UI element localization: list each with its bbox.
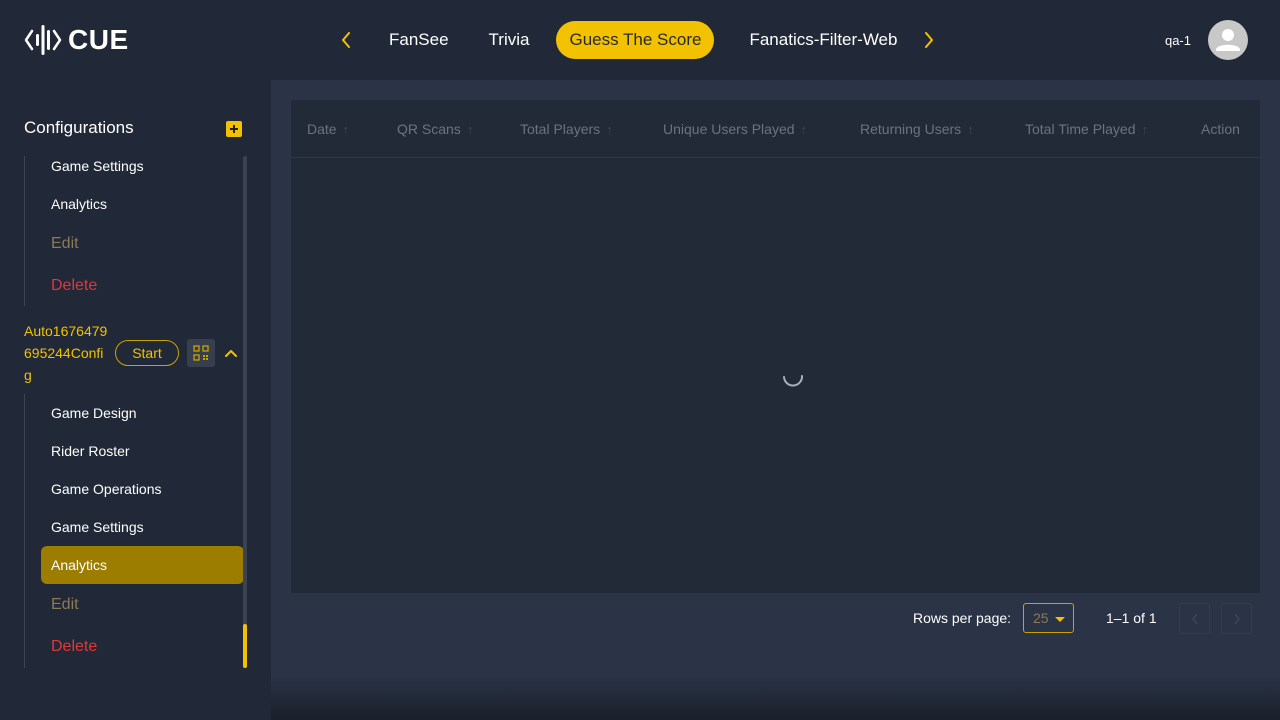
tabs-next-button[interactable]	[917, 21, 941, 59]
next-page-button[interactable]	[1221, 603, 1252, 634]
column-label: Returning Users	[860, 121, 962, 137]
sidebar-item-game-settings[interactable]: Game Settings	[41, 508, 244, 546]
qr-code-icon	[193, 345, 209, 361]
sidebar-item-delete[interactable]: Delete	[41, 628, 244, 666]
rows-per-page-label: Rows per page:	[913, 610, 1012, 626]
column-label: Date	[307, 121, 337, 137]
tab-guess-the-score[interactable]: Guess The Score	[556, 21, 715, 59]
chevron-left-icon	[1191, 613, 1198, 624]
sort-arrow-icon: ↑	[1141, 121, 1149, 137]
user-menu: qa-1	[1165, 20, 1248, 60]
column-total-players[interactable]: Total Players ↑	[520, 100, 613, 158]
caret-down-icon	[1055, 617, 1065, 622]
chevron-right-icon	[1233, 613, 1240, 624]
table-pagination: Rows per page: 25 1–1 of 1	[271, 603, 1260, 635]
configurations-header: Configurations	[24, 117, 244, 139]
column-label: Total Players	[520, 121, 601, 137]
config-name[interactable]: Auto1676479695244Config	[24, 320, 108, 386]
collapse-config-button[interactable]	[222, 343, 240, 363]
logo-text: CUE	[68, 24, 129, 55]
sidebar-item-game-settings[interactable]: Game Settings	[41, 156, 244, 185]
prev-config-submenu: Game Settings Analytics Edit Delete	[24, 156, 243, 306]
username: qa-1	[1164, 32, 1191, 48]
add-configuration-button[interactable]	[226, 121, 242, 137]
cue-logo-icon	[24, 25, 62, 55]
qr-code-button[interactable]	[187, 339, 215, 367]
configurations-title: Configurations	[24, 118, 134, 137]
column-qr-scans[interactable]: QR Scans ↑	[397, 100, 473, 158]
sidebar-item-edit[interactable]: Edit	[41, 225, 244, 263]
analytics-table: Date ↑ QR Scans ↑ Total Players ↑ Unique…	[291, 100, 1260, 593]
config-row: Auto1676479695244Config Start	[24, 318, 243, 386]
tab-fansee[interactable]: FanSee	[376, 21, 462, 59]
sidebar-item-edit[interactable]: Edit	[41, 586, 244, 624]
sidebar-item-game-operations[interactable]: Game Operations	[41, 470, 244, 508]
column-label: Total Time Played	[1025, 121, 1136, 137]
sort-arrow-icon: ↑	[466, 121, 474, 137]
sidebar-item-rider-roster[interactable]: Rider Roster	[41, 432, 244, 470]
app-tabs: FanSee Trivia Guess The Score Fanatics-F…	[334, 21, 941, 59]
user-avatar[interactable]	[1208, 20, 1248, 60]
column-label: Unique Users Played	[663, 121, 795, 137]
chevron-right-icon	[925, 32, 934, 48]
plus-icon	[230, 125, 238, 133]
sort-arrow-icon: ↑	[342, 121, 350, 137]
rows-per-page-value: 25	[1033, 610, 1049, 626]
top-header: CUE FanSee Trivia Guess The Score Fanati…	[0, 0, 1280, 80]
config-submenu: Game Design Rider Roster Game Operations…	[24, 394, 244, 668]
sort-arrow-icon: ↑	[606, 121, 613, 137]
previous-page-button[interactable]	[1179, 603, 1210, 634]
sort-arrow-icon: ↑	[967, 121, 974, 137]
rows-per-page-select[interactable]: 25	[1023, 603, 1074, 633]
user-avatar-icon	[1216, 29, 1240, 51]
sidebar-item-analytics[interactable]: Analytics	[41, 546, 244, 584]
configurations-sidebar: Configurations Game Settings Analytics E…	[0, 80, 271, 720]
column-returning-users[interactable]: Returning Users ↑	[860, 100, 974, 158]
column-total-time-played[interactable]: Total Time Played ↑	[1025, 100, 1148, 158]
sidebar-item-game-design[interactable]: Game Design	[41, 394, 244, 432]
loading-spinner-icon	[783, 375, 804, 387]
column-label: Action	[1201, 121, 1240, 137]
table-header: Date ↑ QR Scans ↑ Total Players ↑ Unique…	[291, 100, 1260, 158]
sidebar-item-delete[interactable]: Delete	[41, 267, 244, 305]
column-unique-users-played[interactable]: Unique Users Played ↑	[663, 100, 807, 158]
tab-trivia[interactable]: Trivia	[476, 21, 543, 59]
chevron-up-icon	[225, 350, 237, 357]
sidebar-scrollbar-thumb[interactable]	[243, 624, 247, 668]
column-action: Action	[1201, 100, 1240, 158]
tabs-prev-button[interactable]	[334, 21, 358, 59]
sidebar-item-analytics[interactable]: Analytics	[41, 185, 244, 223]
pagination-range: 1–1 of 1	[1106, 610, 1157, 626]
tab-fanatics-filter-web[interactable]: Fanatics-Filter-Web	[736, 21, 910, 59]
cue-logo[interactable]: CUE	[24, 22, 129, 58]
column-label: QR Scans	[397, 121, 461, 137]
sort-arrow-icon: ↑	[800, 121, 808, 137]
chevron-left-icon	[342, 32, 350, 48]
configurations-list[interactable]: Game Settings Analytics Edit Delete Auto…	[24, 156, 248, 668]
bottom-fade	[271, 676, 1280, 720]
start-button[interactable]: Start	[115, 340, 179, 366]
sidebar-scrollbar-track[interactable]	[243, 156, 247, 668]
analytics-main: Date ↑ QR Scans ↑ Total Players ↑ Unique…	[271, 80, 1280, 720]
column-date[interactable]: Date ↑	[307, 100, 349, 158]
